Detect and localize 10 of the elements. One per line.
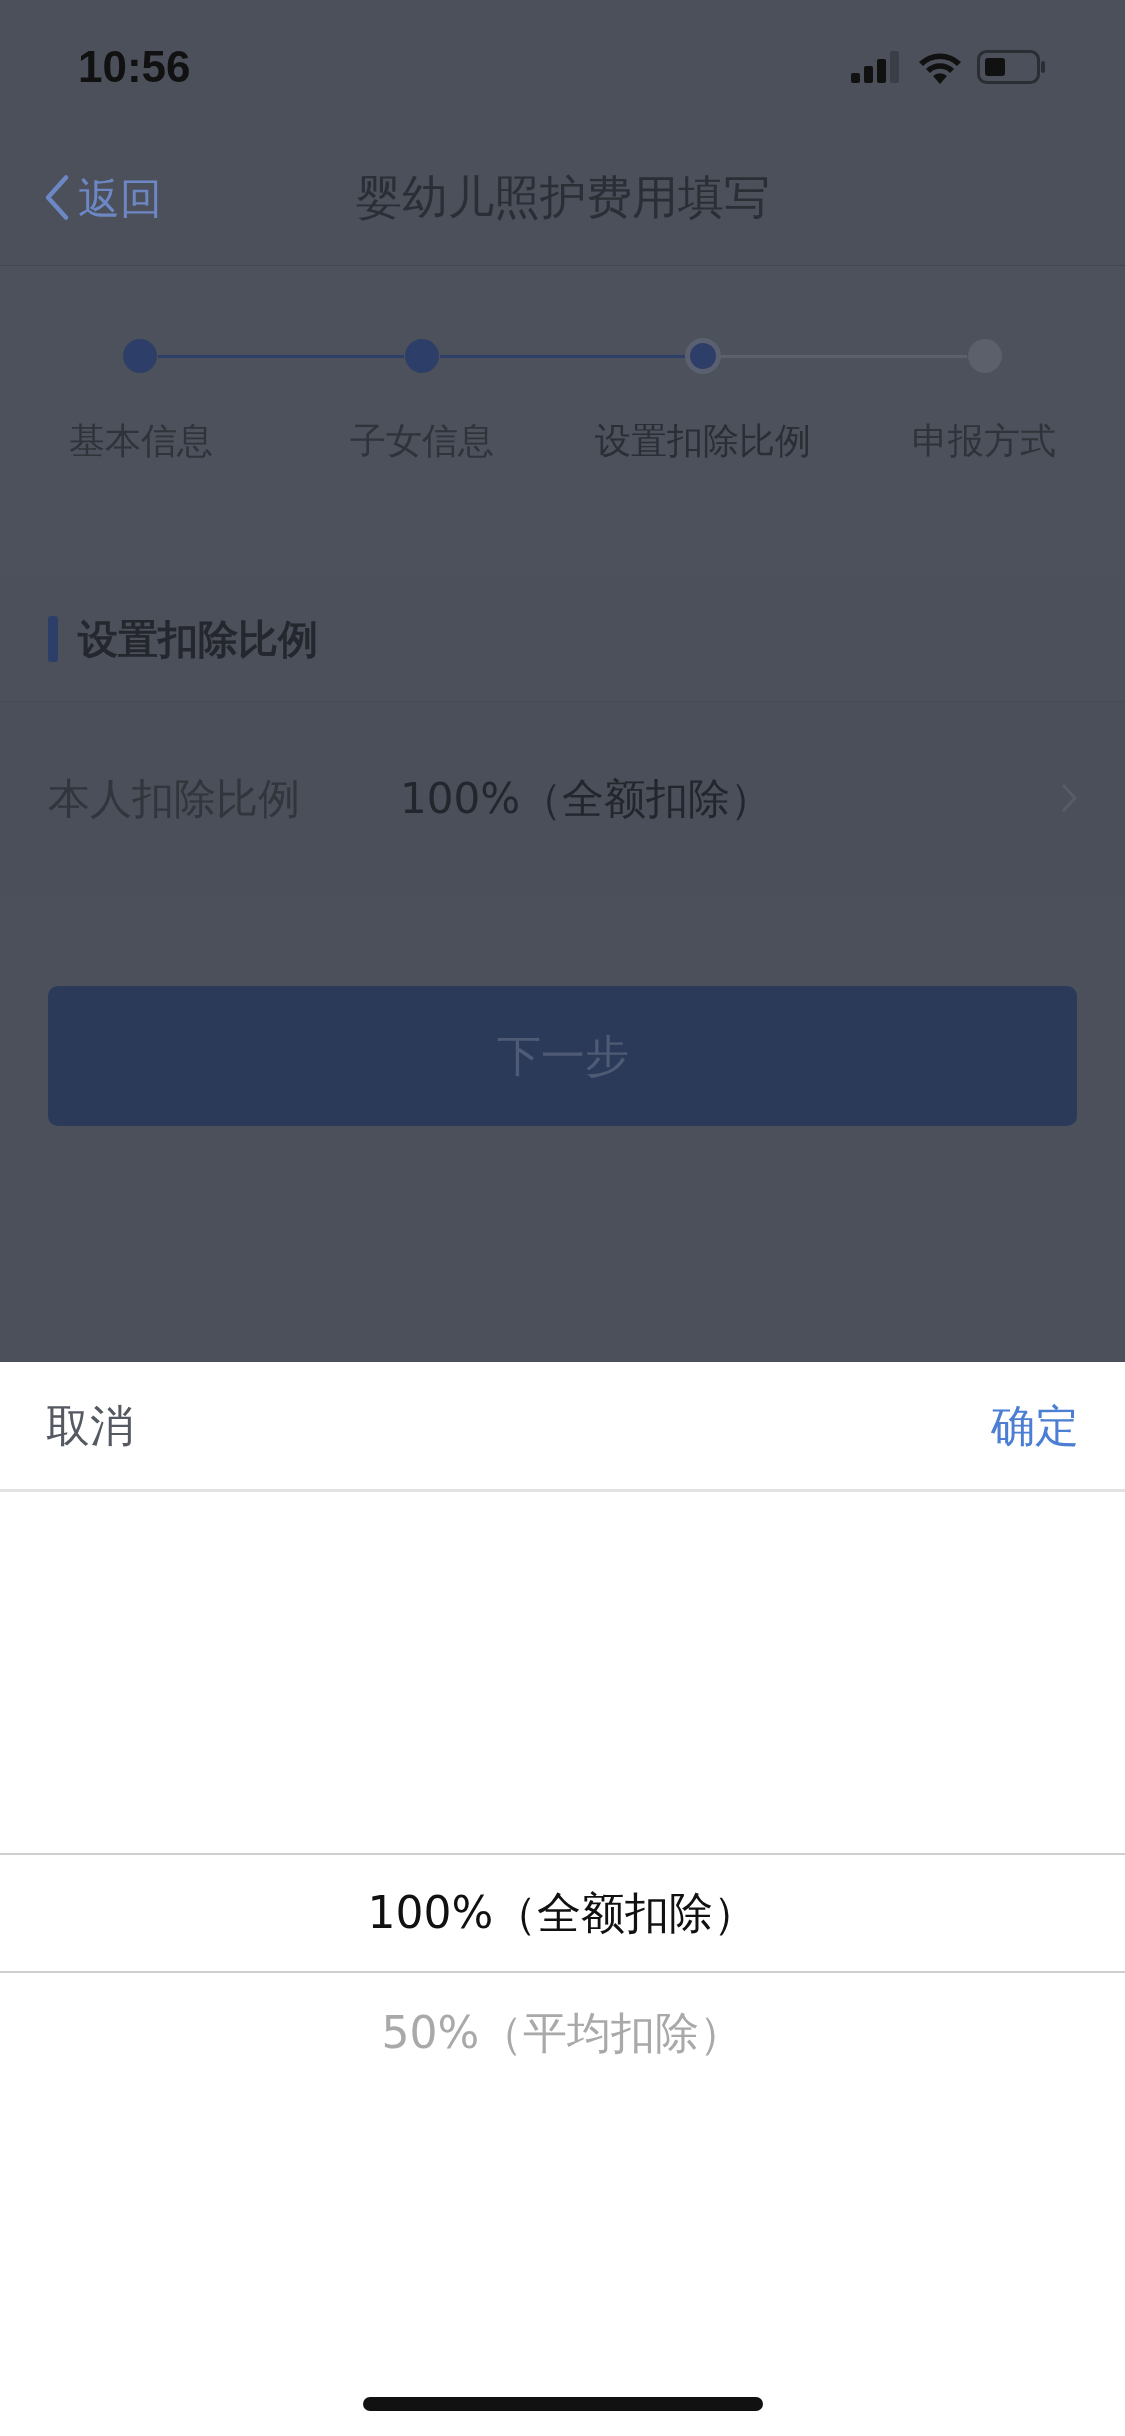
battery-icon — [977, 50, 1047, 84]
confirm-button[interactable]: 确定 — [991, 1392, 1079, 1459]
cancel-button[interactable]: 取消 — [46, 1392, 134, 1459]
picker-option[interactable]: 100%（全额扣除） — [0, 1853, 1125, 1973]
section-marker — [48, 616, 58, 662]
status-time: 10:56 — [78, 41, 191, 93]
picker-option[interactable]: 50%（平均扣除） — [0, 1973, 1125, 2093]
chevron-left-icon — [44, 174, 70, 221]
wifi-icon — [917, 50, 963, 84]
back-button[interactable]: 返回 — [44, 166, 162, 229]
